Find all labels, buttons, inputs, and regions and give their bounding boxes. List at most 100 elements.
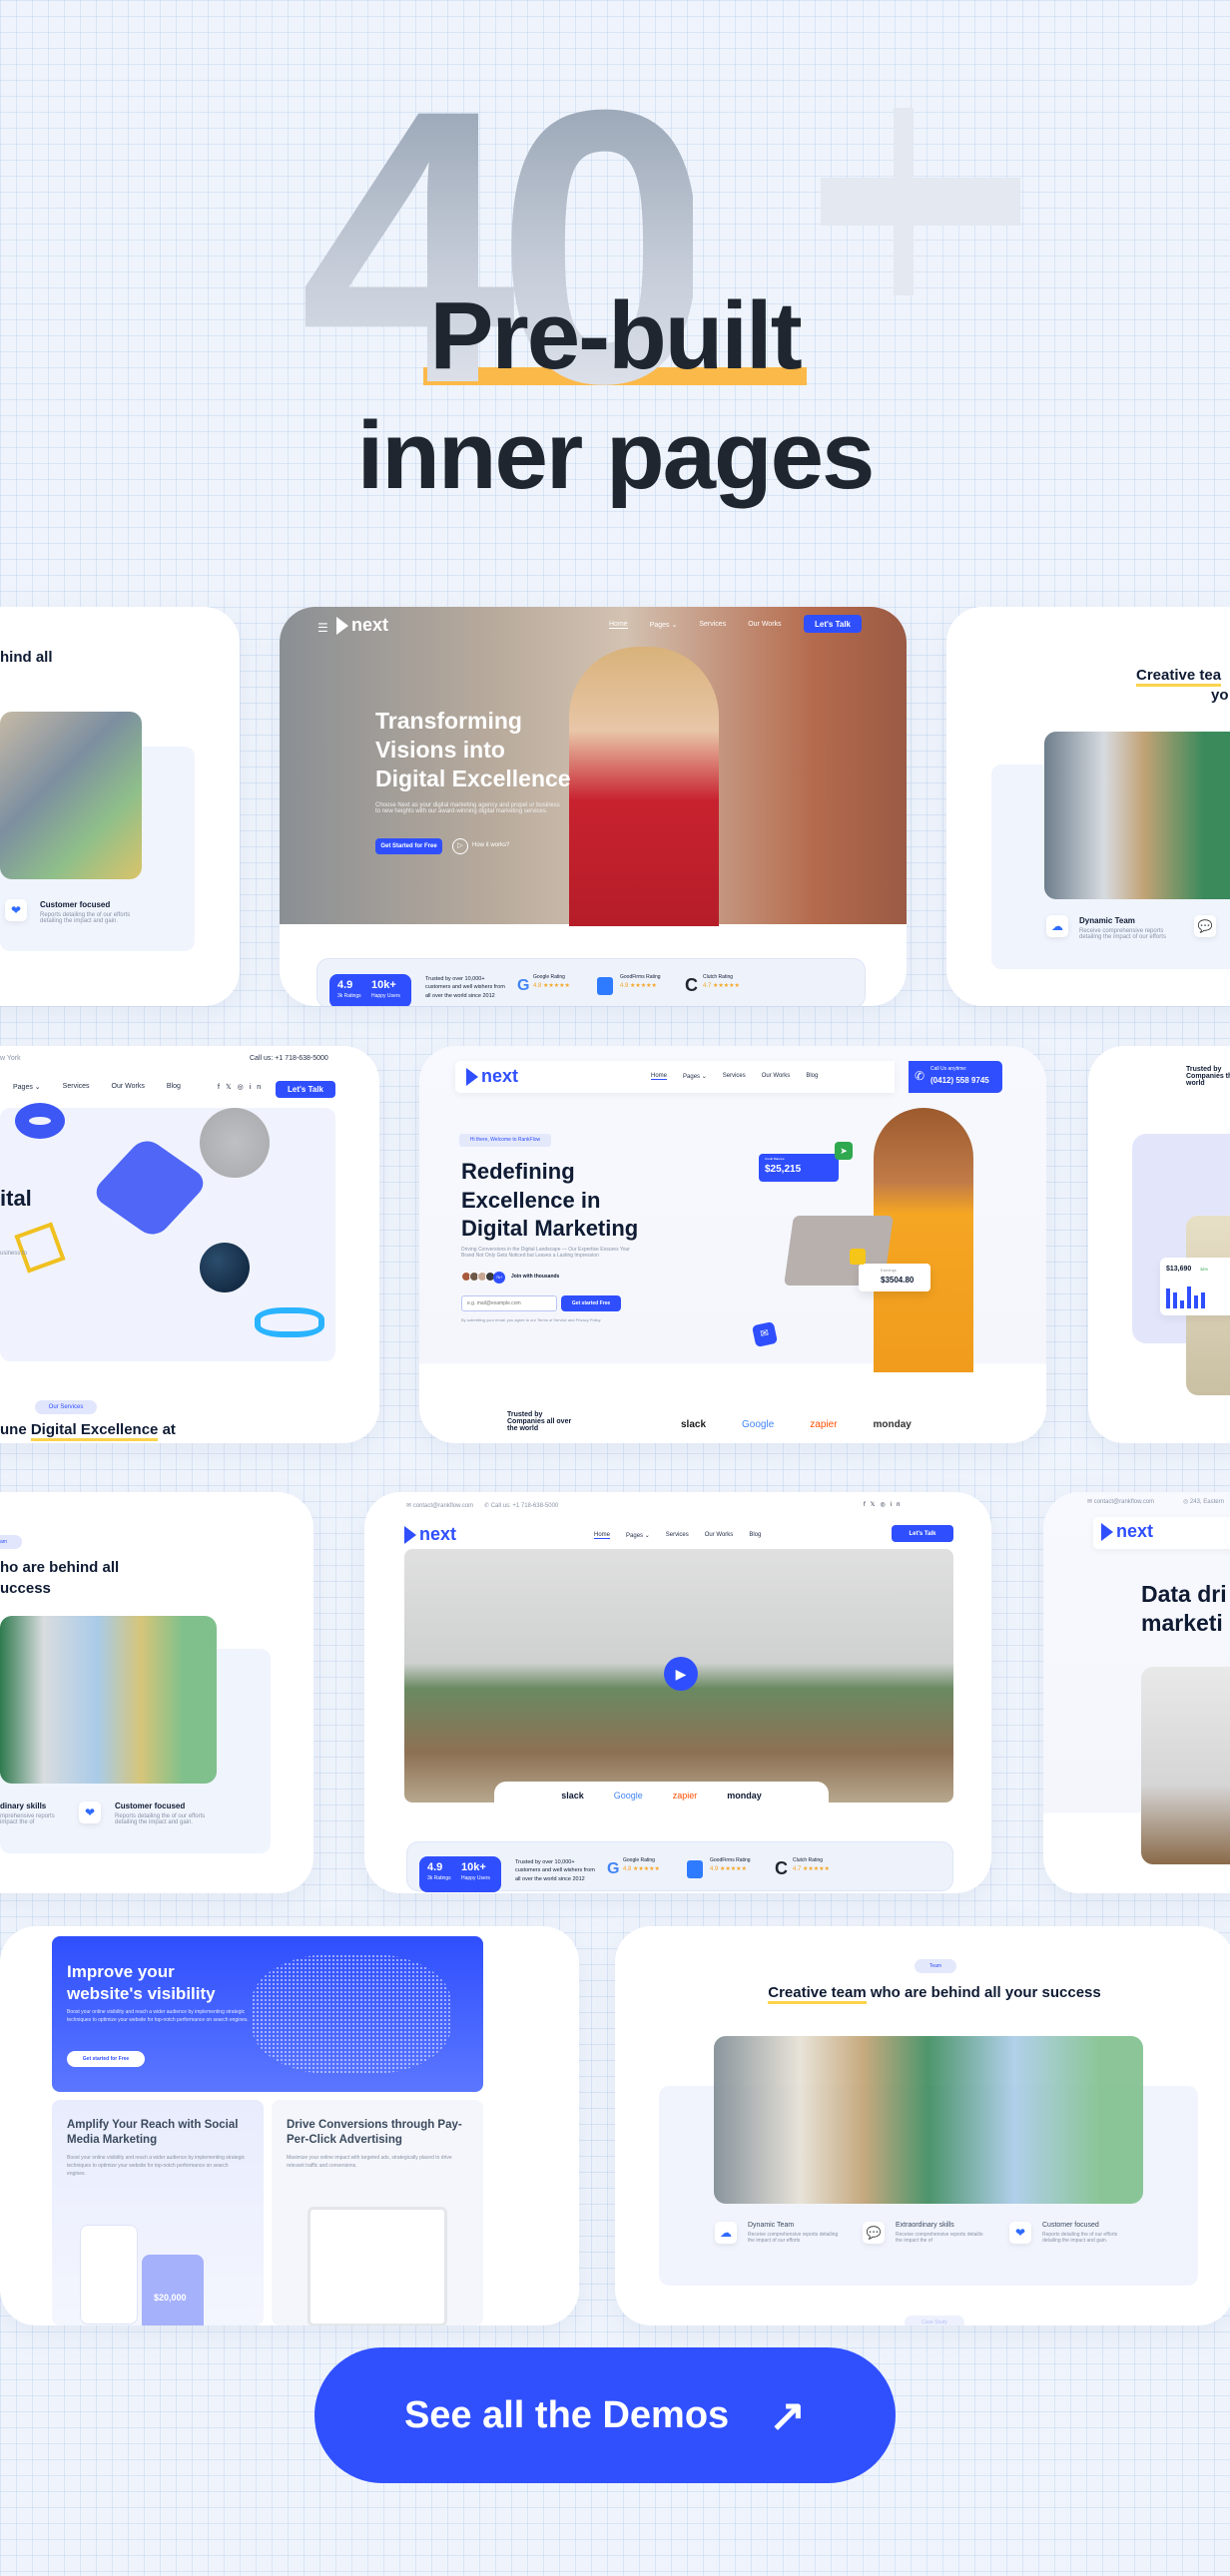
chat-icon: 💬 bbox=[863, 2222, 885, 2244]
team-photo bbox=[0, 1616, 217, 1784]
rating-summary: 4.9 3k Ratings 10k+ Happy Users bbox=[419, 1856, 501, 1892]
gray-flower bbox=[200, 1108, 270, 1178]
rating-summary: 4.9 3k Ratings 10k+ Happy Users bbox=[329, 974, 411, 1006]
lets-talk-button[interactable]: Let's Talk bbox=[804, 615, 862, 633]
ppc-card: Drive Conversions through Pay-Per-Click … bbox=[272, 2100, 483, 2325]
blue-cube bbox=[89, 1135, 211, 1241]
section-title: Creative team who are behind all your su… bbox=[715, 1982, 1154, 2004]
nav-pages[interactable]: Pages ⌄ bbox=[13, 1083, 41, 1091]
brand-logo[interactable]: next bbox=[404, 1524, 456, 1545]
slack-logo: slack bbox=[561, 1791, 584, 1801]
google-icon: G bbox=[517, 977, 530, 994]
chat-icon: 💬 bbox=[1194, 915, 1216, 937]
section-badge: Team bbox=[915, 1959, 956, 1973]
preview-card-home-1[interactable]: ☰ next Home Pages ⌄ Services Our Works B… bbox=[280, 607, 907, 1006]
brand-logo[interactable]: next bbox=[1101, 1521, 1153, 1542]
feature-desc: Receive comprehensive reports detailing … bbox=[1079, 928, 1166, 940]
zapier-logo: zapier bbox=[672, 1791, 698, 1801]
zapier-logo: zapier bbox=[810, 1419, 838, 1430]
see-all-demos-button[interactable]: See all the Demos ↗ bbox=[314, 2347, 896, 2483]
brand-logo[interactable]: next bbox=[466, 1066, 518, 1087]
hero-subtext: Driving Conversions in the Digital Lands… bbox=[461, 1247, 630, 1259]
send-icon: ➤ bbox=[835, 1142, 853, 1160]
phone-text: ✆ Call us: +1 718-638-5000 bbox=[484, 1503, 559, 1509]
social-icons[interactable]: f𝕏◎in bbox=[218, 1083, 267, 1091]
preview-card-team-left[interactable]: hind all ❤ Customer focused Reports deta… bbox=[0, 607, 240, 1006]
nav-works[interactable]: Our Works bbox=[112, 1083, 145, 1091]
brand-logo[interactable]: next bbox=[336, 615, 388, 636]
goodfirms-icon bbox=[597, 977, 613, 995]
nav-services[interactable]: Services bbox=[63, 1083, 90, 1091]
call-us-box[interactable]: ✆ Call Us anytime: (0412) 558 9745 bbox=[909, 1061, 1002, 1093]
preview-card-team-full[interactable]: Team Creative team who are behind all yo… bbox=[615, 1926, 1230, 2325]
heart-icon: ❤ bbox=[5, 899, 27, 921]
card-title: Creative tea bbox=[1136, 667, 1222, 687]
partner-logos: slack Google zapier monday bbox=[494, 1782, 829, 1809]
hero-3d-scene bbox=[0, 1103, 335, 1361]
visibility-banner: Improve your website's visibility Boost … bbox=[52, 1936, 483, 2092]
section-badge: Our Services bbox=[35, 1400, 97, 1414]
partner-logos: slack Google zapier monday bbox=[681, 1419, 912, 1430]
mail-icon: ✉ bbox=[751, 1320, 779, 1348]
credit-balance-card: Credit Balance $25,215 bbox=[759, 1154, 839, 1182]
preview-card-data-driven[interactable]: ✉ contact@rankflow.com ◎ 243, Eastern ne… bbox=[1043, 1492, 1230, 1893]
nav-works[interactable]: Our Works bbox=[705, 1532, 734, 1539]
nav-home[interactable]: Home bbox=[609, 621, 628, 629]
preview-card-about[interactable]: Trusted by Companies the world $13,690 3… bbox=[1088, 1046, 1230, 1443]
email-input[interactable] bbox=[461, 1295, 557, 1311]
monday-logo: monday bbox=[873, 1419, 912, 1430]
preview-card-team-right[interactable]: Creative tea yo ☁ Dynamic Team Receive c… bbox=[946, 607, 1230, 1006]
preview-card-home-video[interactable]: ✉ contact@rankflow.com ✆ Call us: +1 718… bbox=[364, 1492, 991, 1893]
dark-sphere bbox=[200, 1243, 250, 1292]
rating-bar: 4.9 3k Ratings 10k+ Happy Users Trusted … bbox=[406, 1841, 953, 1892]
infinity-shape bbox=[255, 1307, 324, 1337]
nav-blog[interactable]: Blog bbox=[749, 1532, 761, 1539]
preview-card-home-3d[interactable]: w York Call us: +1 718-638-5000 Pages ⌄ … bbox=[0, 1046, 379, 1443]
team-photo bbox=[714, 2036, 1143, 2204]
dashboard-mockup bbox=[308, 2207, 447, 2325]
goodfirms-icon bbox=[687, 1860, 703, 1878]
menu-icon[interactable]: ☰ bbox=[317, 621, 328, 635]
nav-blog[interactable]: Blog bbox=[806, 1073, 818, 1080]
nav-pages[interactable]: Pages ⌄ bbox=[626, 1532, 650, 1539]
preview-card-services[interactable]: Improve your website's visibility Boost … bbox=[0, 1926, 579, 2325]
get-started-button[interactable]: Get Started for Free bbox=[375, 838, 442, 854]
phone-mockup-2: $20,000 bbox=[142, 2255, 204, 2325]
feature-desc: Reports detailing the of our efforts det… bbox=[40, 912, 131, 924]
clutch-icon: C bbox=[685, 975, 698, 995]
cloud-icon: ☁ bbox=[715, 2222, 737, 2244]
nav-works[interactable]: Our Works bbox=[762, 1073, 791, 1080]
nav-works[interactable]: Our Works bbox=[748, 621, 781, 629]
social-icons[interactable]: f𝕏◎in bbox=[864, 1501, 905, 1508]
nav-pages[interactable]: Pages ⌄ bbox=[683, 1073, 707, 1080]
nav-services[interactable]: Services bbox=[666, 1532, 689, 1539]
hero-subtext: Choose Next as your digital marketing ag… bbox=[375, 802, 560, 814]
lets-talk-button[interactable]: Let's Talk bbox=[892, 1525, 953, 1542]
lets-talk-button[interactable]: Let's Talk bbox=[276, 1081, 335, 1098]
get-started-free-button[interactable]: Get started for Free bbox=[67, 2051, 145, 2067]
plus-icon-horizontal bbox=[821, 178, 1020, 226]
hero-headline: Transforming Visions into Digital Excell… bbox=[375, 708, 571, 791]
play-video-button[interactable]: ▶ bbox=[664, 1657, 698, 1691]
hero-title-line2: inner pages bbox=[356, 402, 876, 509]
monday-logo: monday bbox=[727, 1791, 762, 1801]
preview-card-home-2[interactable]: next Home Pages ⌄ Services Our Works Blo… bbox=[419, 1046, 1046, 1443]
get-started-free-button[interactable]: Get started Free bbox=[561, 1295, 621, 1311]
cloud-icon: ☁ bbox=[1046, 915, 1068, 937]
yellow-wire-cube bbox=[14, 1222, 66, 1274]
play-icon[interactable]: ▷ bbox=[452, 838, 468, 854]
nav-home[interactable]: Home bbox=[651, 1073, 668, 1080]
how-it-works-link[interactable]: How it works? bbox=[472, 842, 509, 848]
nav-home[interactable]: Home bbox=[594, 1532, 611, 1539]
nav-services[interactable]: Services bbox=[723, 1073, 746, 1080]
rating-bar: 4.9 3k Ratings 10k+ Happy Users Trusted … bbox=[316, 958, 866, 1006]
earnings-card: Earnings $3504.80 bbox=[859, 1264, 930, 1291]
nav-services[interactable]: Services bbox=[699, 621, 726, 629]
nav-blog[interactable]: Blog bbox=[167, 1083, 181, 1091]
main-nav: Home Pages ⌄ Services Our Works Blog bbox=[609, 621, 818, 629]
world-map-graphic bbox=[252, 1954, 451, 2074]
chart-icon bbox=[850, 1249, 866, 1265]
nav-pages[interactable]: Pages ⌄ bbox=[650, 621, 678, 629]
preview-card-team-left-2[interactable]: am ho are behind all uccess dinary skill… bbox=[0, 1492, 313, 1893]
hero-photo bbox=[1141, 1667, 1230, 1864]
